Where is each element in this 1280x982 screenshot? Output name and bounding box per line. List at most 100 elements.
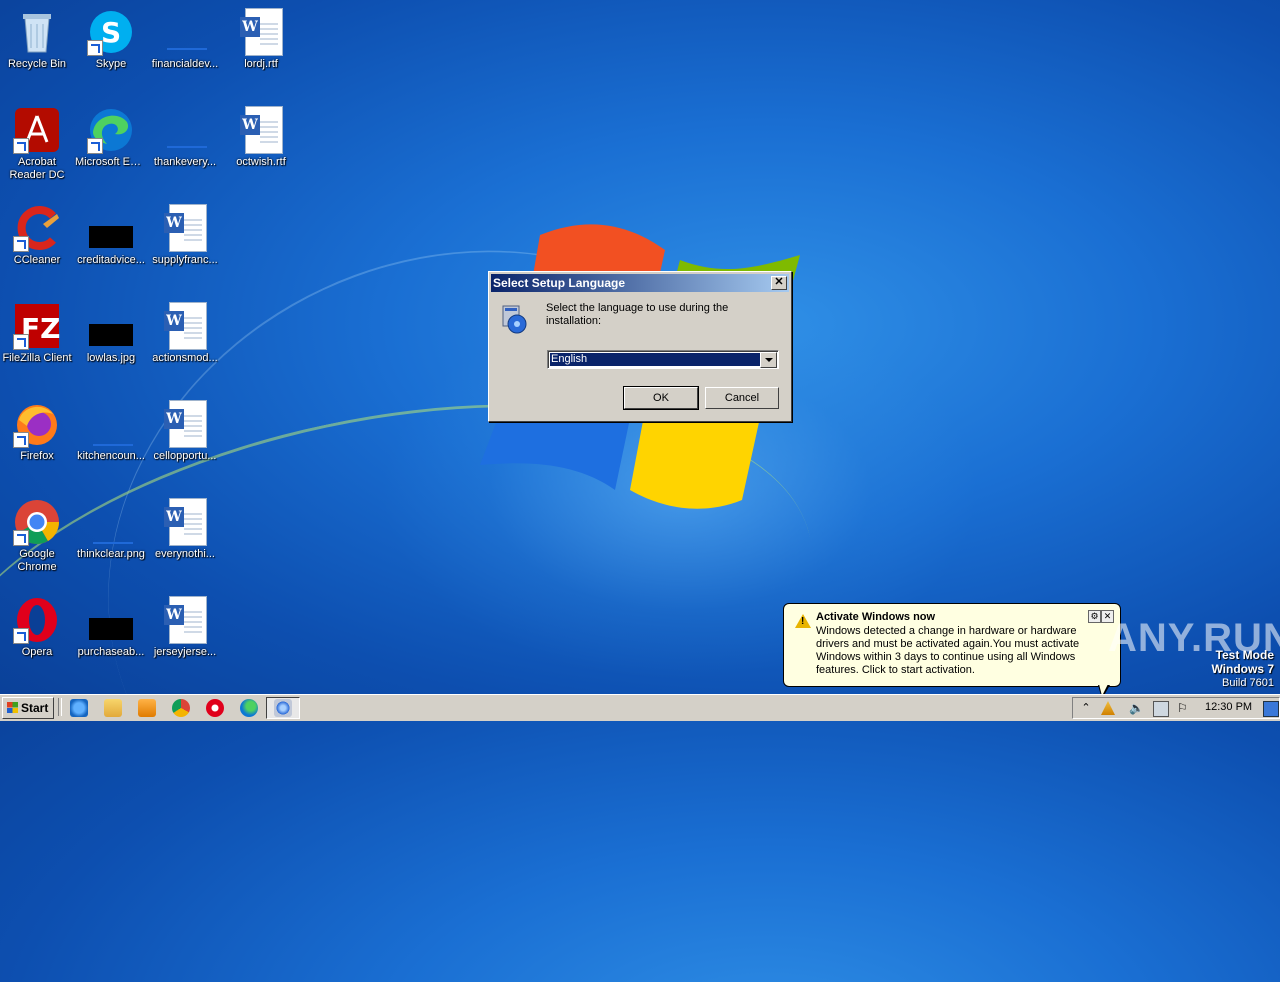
desktop-icon-skype[interactable]: S Skype	[74, 2, 148, 71]
desktop-icon-label: cellopportu...	[153, 450, 217, 462]
windows-flag-icon	[7, 702, 18, 713]
test-mode-label: Test Mode Windows 7 Build 7601	[1211, 648, 1274, 690]
balloon-body: Windows detected a change in hardware or…	[816, 625, 1080, 676]
desktop-icon-purchaseab[interactable]: purchaseab...	[74, 590, 148, 659]
desktop-icon-everynothi[interactable]: W everynothi...	[148, 492, 222, 561]
image-file-icon	[87, 302, 135, 350]
desktop-icon-thinkclear[interactable]: thinkclear.png	[74, 492, 148, 561]
desktop-icon-cellopportu[interactable]: W cellopportu...	[148, 394, 222, 463]
system-tray: ⌃ 🔈 ⚐ 12:30 PM	[1072, 697, 1280, 719]
volume-icon[interactable]: 🔈	[1129, 701, 1144, 715]
word-document-icon: W	[161, 498, 209, 546]
dialog-close-button[interactable]: ✕	[771, 276, 787, 290]
desktop-icon-kitchencoun[interactable]: kitchencoun...	[74, 394, 148, 463]
setup-installer-icon	[502, 305, 527, 334]
taskbar: Start ⌃ 🔈 ⚐ 12:30 PM	[0, 694, 1280, 721]
desktop-icon-label: Firefox	[20, 450, 54, 462]
desktop-icon-label: purchaseab...	[77, 646, 145, 658]
desktop-icon-label: octwish.rtf	[236, 156, 286, 168]
desktop-icon-firefox[interactable]: Firefox	[0, 394, 74, 463]
desktop-icon-edge[interactable]: Microsoft Edge	[74, 100, 148, 169]
network-icon[interactable]	[1153, 701, 1169, 717]
word-document-icon: W	[161, 302, 209, 350]
blank-file-icon	[161, 106, 209, 154]
desktop-icon-ccleaner[interactable]: CCleaner	[0, 198, 74, 267]
desktop-icon-supplyfranc[interactable]: W supplyfranc...	[148, 198, 222, 267]
clock[interactable]: 12:30 PM	[1205, 701, 1252, 713]
shortcut-arrow-icon	[87, 40, 103, 56]
test-mode-line3: Build 7601	[1222, 677, 1274, 689]
setup-taskbar-icon	[274, 699, 292, 717]
desktop-icon-label: kitchencoun...	[77, 450, 145, 462]
flag-icon[interactable]: ⚐	[1177, 701, 1191, 715]
acrobat-icon	[13, 106, 61, 154]
desktop-icon-actionsmod[interactable]: W actionsmod...	[148, 296, 222, 365]
image-file-icon	[87, 204, 135, 252]
taskbar-setup-button[interactable]	[266, 697, 300, 719]
desktop-icon-label: Microsoft Edge	[75, 156, 148, 168]
desktop-icon-label: CCleaner	[13, 254, 61, 266]
dialog-titlebar[interactable]: Select Setup Language ✕	[491, 274, 789, 292]
desktop-icon-jerseyjerse[interactable]: W jerseyjerse...	[148, 590, 222, 659]
edge-taskbar-icon[interactable]	[240, 699, 258, 717]
blank-file-icon	[161, 8, 209, 56]
word-document-icon: W	[237, 8, 285, 56]
shortcut-arrow-icon	[13, 236, 29, 252]
desktop-icon-octwish[interactable]: W octwish.rtf	[224, 100, 298, 169]
desktop-icon-label: everynothi...	[155, 548, 215, 560]
image-file-icon	[87, 596, 135, 644]
desktop-icon-acrobat[interactable]: Acrobat Reader DC	[0, 100, 74, 182]
action-center-warning-icon[interactable]	[1101, 701, 1115, 715]
desktop-icon-label: thankevery...	[153, 156, 217, 168]
desktop-icon-filezilla[interactable]: FZ FileZilla Client	[0, 296, 74, 365]
shortcut-arrow-icon	[87, 138, 103, 154]
opera-taskbar-icon[interactable]	[206, 699, 224, 717]
desktop-icon-label: thinkclear.png	[77, 548, 145, 560]
recycle-bin-icon	[13, 8, 61, 56]
blank-file-icon	[87, 400, 135, 448]
desktop-icon-label: Opera	[21, 646, 53, 658]
desktop-icon-label: lordj.rtf	[244, 58, 278, 70]
word-document-icon: W	[237, 106, 285, 154]
desktop-icon-label: Google Chrome	[17, 548, 57, 573]
desktop-icon-thankevery[interactable]: thankevery...	[148, 100, 222, 169]
dialog-title: Select Setup Language	[493, 276, 626, 290]
desktop-icon-recycle-bin[interactable]: Recycle Bin	[0, 2, 74, 71]
language-select-value: English	[550, 353, 760, 366]
word-document-icon: W	[161, 400, 209, 448]
svg-text:S: S	[101, 16, 121, 49]
desktop-icon-label: Acrobat Reader DC	[9, 156, 65, 181]
explorer-folder-icon[interactable]	[104, 699, 122, 717]
desktop-icon-lowlas[interactable]: lowlas.jpg	[74, 296, 148, 365]
desktop-icon-financialdev[interactable]: financialdev...	[148, 2, 222, 71]
shortcut-arrow-icon	[13, 432, 29, 448]
test-mode-line1: Test Mode	[1215, 648, 1274, 662]
desktop-icon-chrome[interactable]: Google Chrome	[0, 492, 74, 574]
desktop-icon-lordj[interactable]: W lordj.rtf	[224, 2, 298, 71]
chrome-icon	[13, 498, 61, 546]
media-player-icon[interactable]	[138, 699, 156, 717]
desktop-icon-label: Recycle Bin	[7, 58, 67, 70]
show-hidden-icons-chevron-icon[interactable]: ⌃	[1079, 701, 1093, 715]
chrome-taskbar-icon[interactable]	[172, 699, 190, 717]
desktop-icon-label: creditadvice...	[77, 254, 145, 266]
firefox-icon	[13, 400, 61, 448]
balloon-options-button[interactable]: ⚙	[1088, 610, 1101, 623]
test-mode-line2: Windows 7	[1211, 662, 1274, 676]
desktop-icon-opera[interactable]: Opera	[0, 590, 74, 659]
desktop-icon-label: actionsmod...	[152, 352, 218, 364]
ok-button[interactable]: OK	[623, 386, 699, 410]
internet-explorer-icon[interactable]	[70, 699, 88, 717]
desktop-icon-label: financialdev...	[151, 58, 219, 70]
start-button[interactable]: Start	[2, 697, 54, 719]
dialog-message: Select the language to use during the in…	[546, 302, 729, 327]
activate-windows-balloon[interactable]: Activate Windows now Windows detected a …	[783, 603, 1121, 699]
filezilla-icon: FZ	[13, 302, 61, 350]
desktop-icon-creditadvice[interactable]: creditadvice...	[74, 198, 148, 267]
shortcut-arrow-icon	[13, 334, 29, 350]
show-desktop-icon[interactable]	[1263, 701, 1279, 717]
warning-icon	[795, 614, 811, 628]
chevron-down-icon[interactable]	[760, 352, 777, 368]
language-select[interactable]: English	[547, 350, 779, 369]
cancel-button[interactable]: Cancel	[705, 387, 779, 409]
